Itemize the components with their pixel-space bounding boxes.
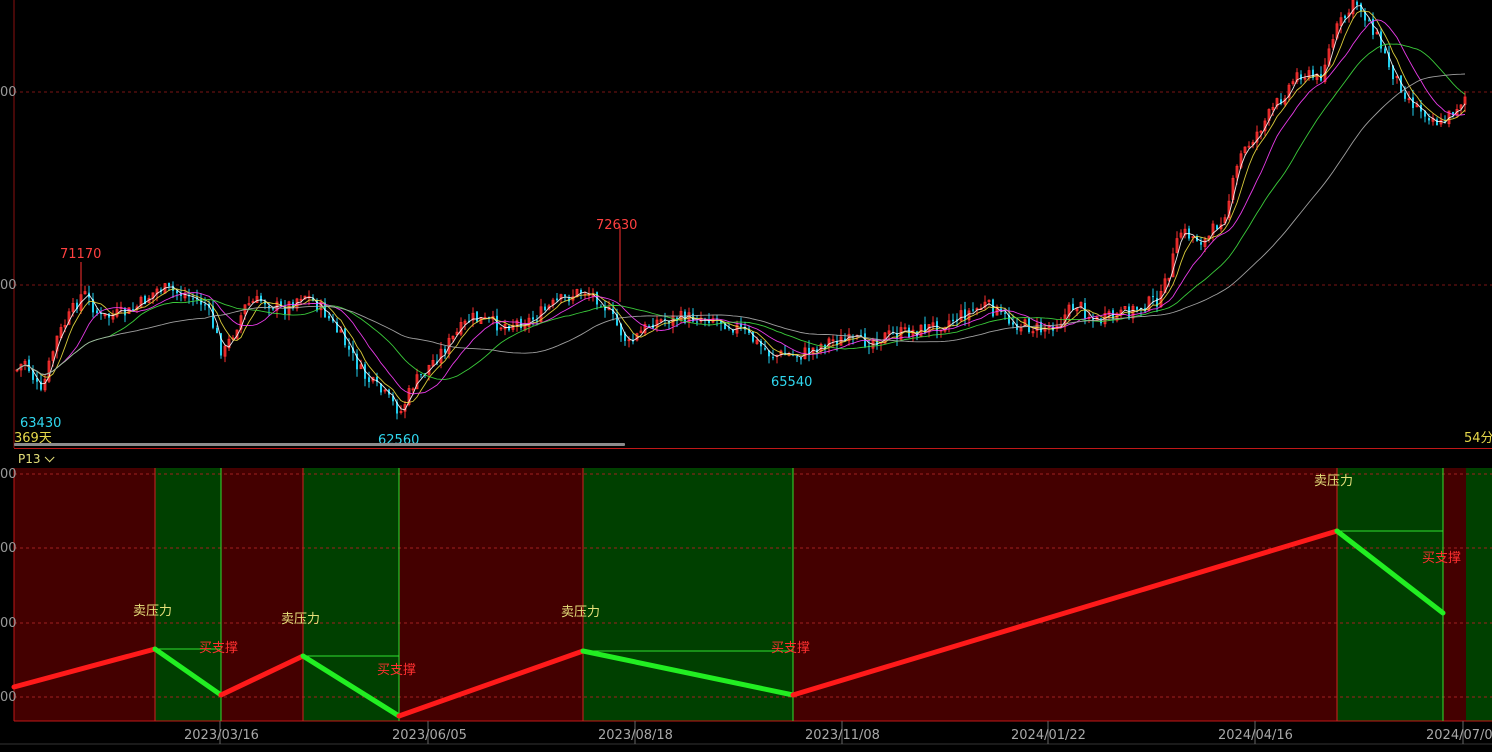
candle-body (476, 311, 478, 322)
candle-body (1128, 306, 1130, 319)
moving-average-lines (16, 5, 1466, 411)
candle-body (1356, 1, 1358, 6)
candle-body (168, 282, 170, 287)
period-label-right: 54分 (1464, 431, 1492, 446)
candle-body (420, 373, 422, 375)
indicator-zone-background (303, 468, 399, 721)
candle-body (532, 317, 534, 320)
indicator-zone-background (793, 468, 1337, 721)
candle-body (964, 309, 966, 320)
candle-body (368, 377, 370, 382)
candle-body (216, 327, 218, 334)
candle-body (1152, 296, 1154, 298)
candle-body (96, 310, 98, 313)
price-axis-label: 00 (0, 85, 17, 100)
candle-body (1404, 92, 1406, 99)
indicator-zone-background (1443, 468, 1466, 721)
candle-body (1300, 74, 1302, 80)
high-annotation: 71170 (60, 247, 101, 262)
candle-body (556, 298, 558, 301)
candle-body (772, 357, 774, 359)
candle-body (1344, 15, 1346, 18)
candle-body (796, 356, 798, 358)
candle-body (1136, 307, 1138, 310)
candle-body (564, 294, 566, 297)
indicator-axis-label: 00 (0, 541, 17, 556)
chart-canvas[interactable]: 00 00 71170 72630 63430 62560 65540 369天… (0, 0, 1492, 752)
candle-body (328, 316, 330, 319)
price-axis-label: 00 (0, 278, 17, 293)
candle-body (508, 326, 510, 331)
indicator-axis-label: 00 (0, 616, 17, 631)
candle-body (1368, 20, 1370, 22)
moving-average-line (16, 5, 1466, 411)
candle-body (752, 331, 754, 342)
indicator-axis-label: 00 (0, 467, 17, 482)
sell-pressure-label: 卖压力 (281, 612, 320, 627)
date-label: 2023/06/05 (392, 728, 467, 743)
candle-body (496, 315, 498, 331)
high-annotation: 72630 (596, 218, 637, 233)
sell-pressure-label: 卖压力 (561, 605, 600, 620)
candle-body (1004, 312, 1006, 314)
date-label: 2023/08/18 (598, 728, 673, 743)
candle-body (124, 308, 126, 316)
candle-body (1072, 303, 1074, 310)
candle-body (204, 304, 206, 306)
indicator-zone-background (155, 468, 221, 721)
date-axis: 2023/03/16 2023/06/05 2023/08/18 2023/11… (0, 721, 1492, 745)
candle-body (212, 306, 214, 328)
moving-average-line (16, 10, 1466, 404)
candle-body (696, 321, 698, 323)
candle-body (1100, 318, 1102, 324)
indicator-zone-background (1337, 468, 1443, 721)
date-label: 2024/01/22 (1011, 728, 1086, 743)
indicator-zone-background (583, 468, 793, 721)
candle-body (1412, 97, 1414, 108)
candle-body (1200, 242, 1202, 245)
indicator-background-zones (14, 468, 1492, 721)
indicator-panel[interactable]: 00 00 00 00 卖压力 卖压力 卖压力 卖压力 买支撑 买支撑 买支撑 … (0, 467, 1492, 722)
indicator-name: P13 (18, 452, 41, 466)
candle-body (952, 319, 954, 321)
low-annotation: 65540 (771, 375, 812, 390)
candle-body (764, 348, 766, 350)
candle-body (972, 309, 974, 311)
date-label: 2023/03/16 (184, 728, 259, 743)
candle-body (1428, 118, 1430, 121)
indicator-selector-tab[interactable]: P13 (18, 450, 55, 468)
price-chart[interactable]: 00 00 71170 72630 63430 62560 65540 369天… (0, 0, 1492, 448)
indicator-zone-background (221, 468, 303, 721)
low-annotation: 63430 (20, 416, 61, 431)
sell-pressure-label: 卖压力 (1314, 474, 1353, 489)
sell-pressure-label: 卖压力 (133, 604, 172, 619)
buy-support-label: 买支撑 (771, 641, 810, 656)
candle-body (1384, 48, 1386, 54)
date-label: 2024/07/0 (1426, 728, 1492, 743)
buy-support-label: 买支撑 (1422, 551, 1461, 566)
horizontal-scrollbar[interactable] (14, 443, 625, 446)
indicator-zone-background (1466, 468, 1492, 721)
indicator-axis-label: 00 (0, 690, 17, 705)
candle-body (444, 348, 446, 353)
candle-body (800, 357, 802, 360)
candlestick-series (15, 0, 1467, 420)
candle-body (1436, 119, 1438, 126)
date-label: 2024/04/16 (1218, 728, 1293, 743)
candle-body (192, 298, 194, 300)
date-label: 2023/11/08 (805, 728, 880, 743)
buy-support-label: 买支撑 (199, 641, 238, 656)
candle-body (544, 306, 546, 311)
candle-body (348, 345, 350, 350)
buy-support-label: 买支撑 (377, 663, 416, 678)
candle-body (1012, 322, 1014, 325)
